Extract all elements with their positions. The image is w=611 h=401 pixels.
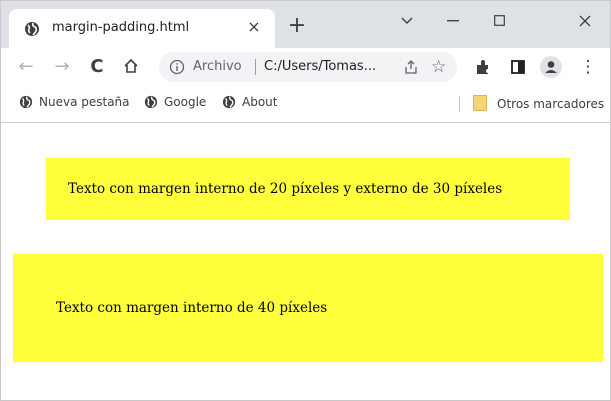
- bookmark-nueva-pestana[interactable]: Nueva pestaña: [19, 95, 130, 109]
- other-bookmarks-folder[interactable]: Otros marcadores: [473, 95, 604, 111]
- globe-icon: [24, 21, 40, 41]
- tab-strip: margin-padding.html × +: [1, 1, 610, 48]
- bookmark-google[interactable]: Google: [144, 95, 206, 109]
- globe-icon: [19, 95, 33, 109]
- bookmark-label: Nueva pestaña: [39, 95, 130, 109]
- box-text: Texto con margen interno de 40 píxeles: [56, 300, 328, 316]
- info-icon[interactable]: [169, 59, 185, 79]
- toolbar: ← → C Archivo C:/Users/Tomas... ☆ ⋮: [1, 48, 610, 86]
- back-button[interactable]: ←: [14, 55, 38, 79]
- tab-search-button[interactable]: [384, 5, 430, 35]
- new-tab-button[interactable]: +: [284, 14, 310, 40]
- extensions-icon[interactable]: [475, 59, 491, 79]
- minimize-icon: [447, 10, 459, 29]
- url-text[interactable]: C:/Users/Tomas...: [264, 59, 376, 74]
- menu-kebab-icon[interactable]: ⋮: [576, 55, 600, 79]
- bookmarks-divider: [459, 96, 460, 112]
- bookmark-star-icon[interactable]: ☆: [431, 57, 446, 77]
- share-icon[interactable]: [403, 59, 419, 79]
- padding-only-box: Texto con margen interno de 40 píxeles: [13, 254, 603, 362]
- close-icon: [579, 10, 591, 29]
- tab-margin-padding[interactable]: margin-padding.html ×: [9, 9, 275, 48]
- padding-margin-box: Texto con margen interno de 20 píxeles y…: [46, 158, 570, 220]
- globe-icon: [222, 95, 236, 109]
- box-text: Texto con margen interno de 20 píxeles y…: [68, 181, 503, 197]
- bookmark-label: About: [242, 95, 278, 109]
- reload-button[interactable]: C: [85, 55, 109, 79]
- minimize-button[interactable]: [430, 5, 476, 35]
- chevron-down-icon: [401, 10, 413, 29]
- scheme-label: Archivo: [193, 59, 242, 74]
- bookmark-label: Google: [164, 95, 207, 109]
- page-content: Texto con margen interno de 20 píxeles y…: [1, 123, 610, 400]
- other-bookmarks-label: Otros marcadores: [497, 97, 605, 111]
- browser-window: margin-padding.html × + ← → C Archivo C:…: [0, 0, 611, 401]
- omnibox-divider: [255, 59, 256, 75]
- address-bar[interactable]: Archivo C:/Users/Tomas... ☆: [159, 52, 457, 82]
- maximize-icon: [493, 10, 505, 29]
- bookmarks-bar: Nueva pestaña Google About Otros marcado…: [1, 86, 610, 123]
- folder-icon: [473, 95, 487, 111]
- forward-button[interactable]: →: [50, 55, 74, 79]
- close-window-button[interactable]: [562, 5, 608, 35]
- tab-close-button[interactable]: ×: [243, 16, 265, 38]
- profile-avatar-icon[interactable]: [540, 56, 562, 82]
- maximize-button[interactable]: [476, 5, 522, 35]
- home-icon: [123, 56, 139, 77]
- side-panel-icon[interactable]: [510, 59, 526, 79]
- globe-icon: [144, 95, 158, 109]
- bookmark-about[interactable]: About: [222, 95, 277, 109]
- home-button[interactable]: [119, 55, 143, 79]
- tab-title: margin-padding.html: [52, 20, 190, 35]
